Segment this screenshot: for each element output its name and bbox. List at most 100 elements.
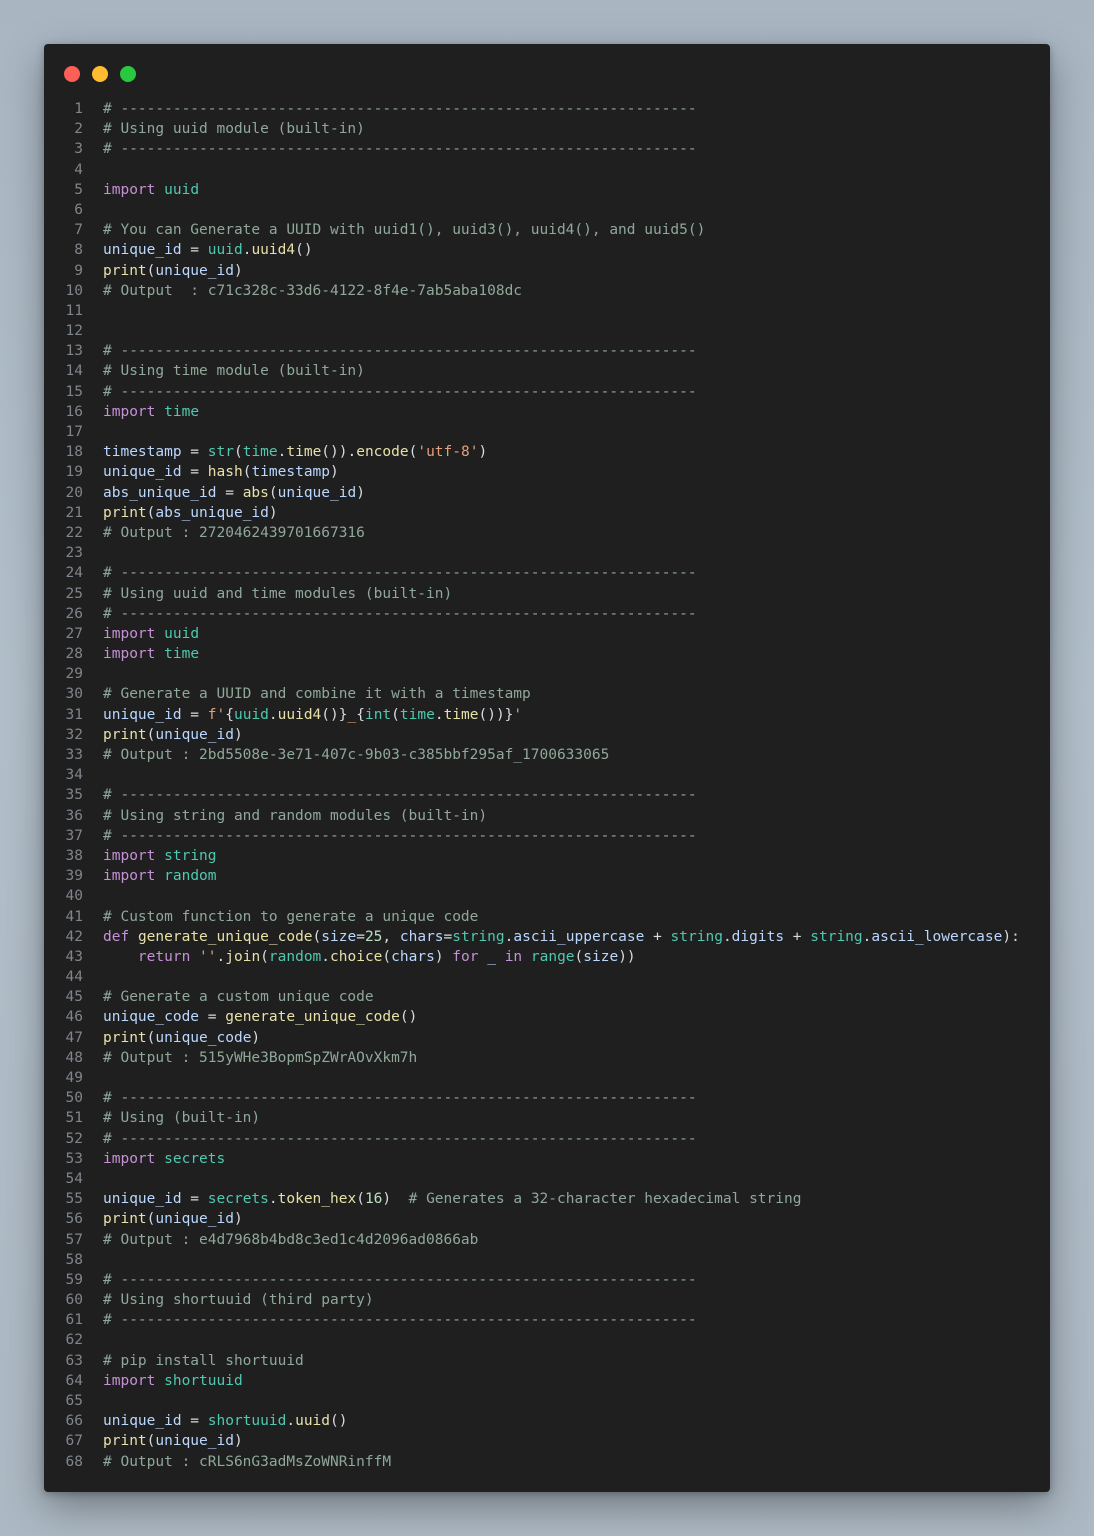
line-number: 50 [65, 1090, 83, 1107]
code-token: = [181, 444, 208, 461]
line-number: 53 [65, 1150, 83, 1167]
line-number: 22 [65, 524, 83, 541]
line-number: 14 [65, 363, 83, 380]
line-number: 3 [74, 141, 83, 158]
code-token: , [382, 928, 400, 945]
code-text: # --------------------------------------… [103, 341, 697, 361]
code-token: abs_unique_id [103, 484, 217, 501]
maximize-button[interactable] [120, 66, 136, 82]
code-line: 34 [44, 765, 1050, 785]
code-token: hash [207, 464, 243, 481]
code-token: # Output : e4d7968b4bd8c3ed1c4d2096ad086… [103, 1231, 479, 1248]
line-number: 35 [65, 787, 83, 804]
code-token: # --------------------------------------… [103, 1312, 697, 1329]
line-number: 52 [65, 1130, 83, 1147]
code-token: timestamp [103, 444, 182, 461]
code-text: print(unique_code) [103, 1028, 260, 1048]
code-token: uuid [207, 242, 243, 259]
code-token: import [103, 646, 156, 663]
code-text: import uuid [103, 624, 199, 644]
code-text: # --------------------------------------… [103, 99, 697, 119]
code-token: ) [382, 1191, 409, 1208]
code-token: shortuuid [207, 1413, 287, 1430]
code-token: = [181, 1413, 208, 1430]
code-token: # Generates a 32-character hexadecimal s… [408, 1191, 802, 1208]
code-token: ) [434, 948, 453, 965]
code-line: 42 def generate_unique_code(size=25, char… [44, 927, 1050, 947]
code-token: ): [1002, 928, 1020, 945]
code-text: # Using uuid module (built-in) [103, 119, 365, 139]
code-text: import random [103, 866, 217, 886]
code-text: # Generate a UUID and combine it with a … [103, 684, 531, 704]
code-text: import uuid [103, 180, 199, 200]
code-token: uuid [295, 1413, 331, 1430]
line-number: 27 [65, 625, 83, 642]
code-token: uuid [164, 181, 200, 198]
code-token: # --------------------------------------… [103, 1090, 697, 1107]
code-token: unique_id [155, 726, 234, 743]
code-line: 10 # Output : c71c328c-33d6-4122-8f4e-7ab… [44, 281, 1050, 301]
code-token: # Custom function to generate a unique c… [103, 908, 479, 925]
code-token: = [181, 464, 208, 481]
code-line: 47 print(unique_code) [44, 1028, 1050, 1048]
code-line: 63 # pip install shortuuid [44, 1351, 1050, 1371]
code-line: 17 [44, 422, 1050, 442]
code-text: # You can Generate a UUID with uuid1(), … [103, 220, 705, 240]
code-text: unique_code = generate_unique_code() [103, 1007, 417, 1027]
line-number: 61 [65, 1312, 83, 1329]
code-line: 39 import random [44, 866, 1050, 886]
code-token: ) [233, 1211, 243, 1228]
code-token: _ [347, 706, 357, 723]
line-number: 43 [65, 948, 83, 965]
minimize-button[interactable] [92, 66, 108, 82]
line-number: 44 [65, 969, 83, 986]
code-line: 30 # Generate a UUID and combine it with … [44, 684, 1050, 704]
line-number: 48 [65, 1049, 83, 1066]
code-line: 6 [44, 200, 1050, 220]
code-line: 9 print(unique_id) [44, 261, 1050, 281]
code-token: uuid4 [277, 706, 322, 723]
code-token: 16 [364, 1191, 383, 1208]
code-line: 65 [44, 1391, 1050, 1411]
code-token: ) [330, 464, 339, 481]
code-text: abs_unique_id = abs(unique_id) [103, 483, 365, 503]
code-token: join [225, 948, 261, 965]
code-token: import [103, 403, 156, 420]
code-token: unique_id [103, 1413, 182, 1430]
code-token: str [207, 444, 234, 461]
line-number: 19 [65, 464, 83, 481]
code-text: # Custom function to generate a unique c… [103, 907, 478, 927]
code-token: # Using string and random modules (built… [103, 807, 488, 824]
code-token: shortuuid [164, 1372, 243, 1389]
line-number: 30 [65, 686, 83, 703]
code-token: import [103, 868, 156, 885]
code-text: # Output : cRLS6nG3adMsZoWNRinffM [103, 1452, 391, 1472]
code-token: unique_id [155, 262, 234, 279]
code-token: unique_code [103, 1009, 200, 1026]
code-text: # --------------------------------------… [103, 1129, 697, 1149]
code-text: # --------------------------------------… [103, 826, 697, 846]
code-token: in [504, 948, 523, 965]
code-token: # --------------------------------------… [103, 383, 697, 400]
code-token: abs_unique_id [155, 504, 269, 521]
code-token: { [356, 706, 365, 723]
code-token: size [321, 928, 357, 945]
line-number: 7 [74, 222, 83, 239]
code-token: # Output : c71c328c-33d6-4122-8f4e-7ab5a… [103, 282, 523, 299]
code-text: # Using string and random modules (built… [103, 806, 487, 826]
close-button[interactable] [64, 66, 80, 82]
code-token: print [103, 726, 147, 743]
code-editor[interactable]: 1 # -------------------------------------… [44, 99, 1050, 1472]
code-token: ' [513, 706, 523, 723]
code-token: = [356, 928, 365, 945]
code-line: 50 # ------------------------------------… [44, 1088, 1050, 1108]
line-number: 46 [65, 1009, 83, 1026]
line-number: 18 [65, 444, 83, 461]
code-text: # --------------------------------------… [103, 1310, 697, 1330]
code-token: = [216, 484, 243, 501]
code-token: for [452, 948, 479, 965]
code-token: ascii_lowercase [871, 928, 1003, 945]
code-token: # --------------------------------------… [103, 101, 697, 117]
